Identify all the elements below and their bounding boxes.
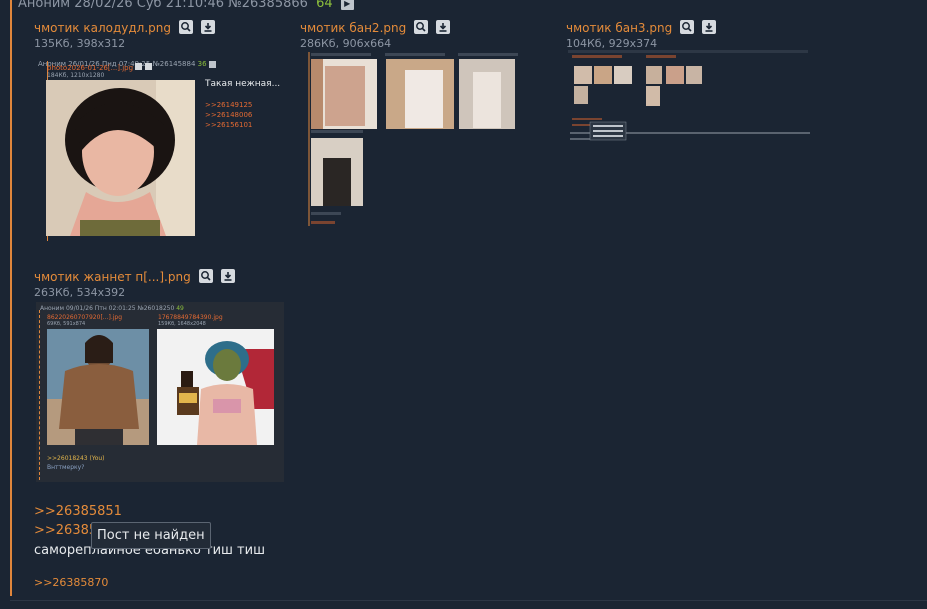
thumb4-photo-man bbox=[47, 329, 149, 445]
download-icon[interactable] bbox=[201, 19, 216, 34]
file-2-meta: 286Кб, 906x664 bbox=[300, 37, 392, 50]
thumb4-file1-meta: 69Кб, 591x874 bbox=[47, 321, 86, 327]
file-3: чмотик бан3.png 104Кб, 929x374 bbox=[566, 17, 717, 50]
thumb4-file2-meta: 159Кб, 1648x2048 bbox=[158, 321, 206, 327]
reply-count[interactable]: 64 bbox=[316, 0, 333, 11]
post-not-found-tooltip: Пост не найден bbox=[91, 522, 211, 549]
download-icon[interactable] bbox=[220, 268, 235, 283]
thumb4-header: Аноним 09/01/26 Птн 02:01:25 №26018250 4… bbox=[40, 305, 184, 312]
reply-link-2[interactable]: >>26385 bbox=[34, 523, 97, 538]
post-header: Аноним 28/02/26 Суб 21:10:46 №26385866 6… bbox=[18, 0, 354, 11]
file-3-name[interactable]: чмотик бан3.png bbox=[566, 21, 672, 35]
file-2-thumbnail[interactable] bbox=[305, 50, 548, 228]
file-1-meta: 135Кб, 398x312 bbox=[34, 37, 126, 50]
file-4-name[interactable]: чмотик жаннет п[...].png bbox=[34, 270, 191, 284]
search-icon[interactable] bbox=[198, 268, 213, 283]
download-icon[interactable] bbox=[436, 19, 451, 34]
thumb1-photo bbox=[46, 80, 195, 236]
post-left-rail bbox=[10, 0, 12, 596]
file-1: чмотик калодудл.png 135Кб, 398x312 bbox=[34, 17, 216, 50]
file-1-thumbnail[interactable]: Аноним 26/01/26 Пнд 07:49:25 №26145884 3… bbox=[32, 56, 284, 242]
file-2-name[interactable]: чмотик бан2.png bbox=[300, 21, 406, 35]
file-3-meta: 104Кб, 929x374 bbox=[566, 37, 658, 50]
thumb1-text: Такая нежная... bbox=[205, 79, 281, 89]
reply-link-1[interactable]: >>26385851 bbox=[34, 504, 122, 519]
post-number[interactable]: №26385866 bbox=[228, 0, 308, 11]
file-3-thumbnail[interactable] bbox=[566, 50, 812, 146]
post-date: 28/02/26 Суб 21:10:46 bbox=[74, 0, 225, 11]
search-icon[interactable] bbox=[414, 19, 429, 34]
thumb4-file2: 17678849784390.jpg bbox=[158, 314, 223, 321]
file-4: чмотик жаннет п[...].png 263Кб, 534x392 bbox=[34, 266, 235, 299]
file-2: чмотик бан2.png 286Кб, 906x664 bbox=[300, 17, 451, 50]
search-icon[interactable] bbox=[179, 19, 194, 34]
post-bottom-divider bbox=[10, 600, 927, 601]
thumb4-rail bbox=[39, 310, 41, 480]
thumb4-text: Внттмерку? bbox=[47, 464, 85, 471]
thumb1-file-name: photo2026-01-26[...].jpg bbox=[47, 63, 152, 72]
thumb4-link: >>26018243 (You) bbox=[47, 455, 105, 462]
thumb4-photo-woman bbox=[157, 329, 274, 445]
thumb1-links: >>26149125 >>26148006 >>26156101 bbox=[205, 101, 253, 129]
thumb4-file1: 86220260707920[...].jpg bbox=[47, 314, 123, 321]
file-1-name[interactable]: чмотик калодудл.png bbox=[34, 21, 171, 35]
post-menu-button[interactable]: ▶ bbox=[340, 0, 354, 10]
file-4-meta: 263Кб, 534x392 bbox=[34, 286, 126, 299]
reply-link-3[interactable]: >>26385870 bbox=[34, 576, 108, 589]
search-icon[interactable] bbox=[680, 19, 695, 34]
file-4-thumbnail[interactable]: Аноним 09/01/26 Птн 02:01:25 №26018250 4… bbox=[36, 302, 284, 482]
thumb1-file-meta: 184Кб, 1210x1280 bbox=[47, 72, 105, 79]
post-author: Аноним bbox=[18, 0, 71, 11]
download-icon[interactable] bbox=[702, 19, 717, 34]
